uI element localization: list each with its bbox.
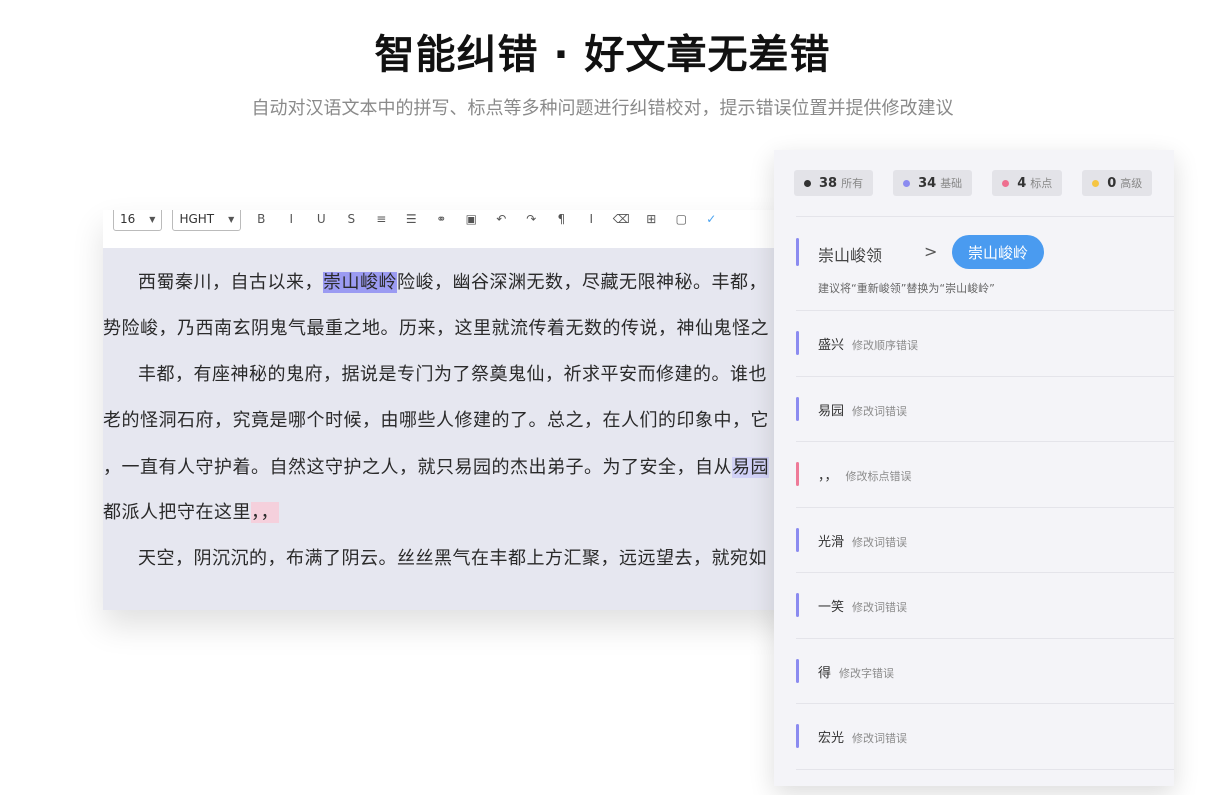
redo-icon[interactable]: ↷ [521,210,541,230]
suggestion-item[interactable]: 盛兴 修改顺序错误 [796,310,1174,376]
suggestion-description: 修改词错误 [852,601,908,614]
suggestion-description: 修改词错误 [852,404,908,418]
suggestion-word: ，， 修改标点错误 [818,469,912,484]
suggestion-marker [796,527,799,552]
suggestion-item[interactable]: 得修改字错误 [796,638,1174,704]
stat-count: 34 [918,175,937,191]
line-text: 西蜀秦川，自古以来， [138,272,323,293]
line-text: 天空，阴沉沉的，布满了阴云。丝丝黑气在丰都上方汇聚，远远望去，就宛如 [138,548,767,569]
stat-label: 高级 [1120,177,1143,190]
stat-filter-高级[interactable]: 0 高级 [1082,170,1153,196]
line-text: 老的怪洞石府，究竟是哪个时候，由哪些人修建的了。总之，在人们的印象中，它 [103,410,769,431]
document-line: 势险峻，乃西南玄阴鬼气最重之地。历来，这里就流传着无数的传说，神仙鬼怪之 [103,314,769,340]
bold-icon[interactable]: B [251,210,271,230]
hero-title: 智能纠错 · 好文章无差错 [374,32,831,78]
editor-card: 16 ▼ HGHT ▼ B I U S ≡ ☰ ⚭ ▣ ↶ ↷ ¶ I ⌫ ⊞ ▢ ✓ 西蜀秦川，自古以来，崇… [103,210,803,610]
table-icon[interactable]: ⊞ [641,210,661,230]
document-line: ，一直有人守护着。自然这守护之人，就只易园的杰出弟子。为了安全，自从易园 [103,453,769,479]
suggestion-marker [796,593,799,617]
suggestion-item[interactable]: 易园 修改词错误 [796,376,1174,442]
cursor-icon[interactable]: I [581,210,601,230]
error-highlight[interactable]: ，， [251,502,279,523]
suggestion-word: 光滑 修改词错误 [818,534,908,550]
line-text: 险峻，幽谷深渊无数，尽藏无限神秘。丰都， [397,272,767,293]
correction-panel: 38 所有 34 基础 4 标点 0 高级 崇山峻领 > 崇山峻岭 建议将“重新峻领”替换为“… [774,150,1174,786]
stat-count: 0 [1107,175,1117,191]
stats-bar: 38 所有 34 基础 4 标点 0 高级 [794,170,1153,196]
stat-filter-所有[interactable]: 38 所有 [794,170,874,196]
suggestion-item[interactable]: 一笑 修改词错误 [796,572,1174,638]
error-highlight[interactable]: 崇山峻岭 [323,272,397,293]
suggestion-description: 修改词错误 [852,535,908,549]
suggestion-word: 易园 修改词错误 [818,403,908,419]
suggestion-marker [796,238,799,266]
suggestion-marker [796,462,799,486]
suggestion-marker [796,331,799,355]
document-line: 都派人把守在这里，， [103,498,279,524]
suggestion-description: 修改标点错误 [845,470,912,483]
suggestion-description: 修改顺序错误 [852,339,919,352]
stat-filter-基础[interactable]: 34 基础 [893,170,973,196]
format-icon[interactable]: ¶ [551,210,571,230]
font-size-select[interactable]: 16 ▼ [113,210,163,231]
screen-icon[interactable]: ▢ [671,210,691,230]
suggestion-word: 得修改字错误 [818,665,895,681]
editor-toolbar: 16 ▼ HGHT ▼ B I U S ≡ ☰ ⚭ ▣ ↶ ↷ ¶ I ⌫ ⊞ ▢ ✓ [103,210,803,248]
underline-icon[interactable]: U [311,210,331,230]
active-suggestion[interactable]: 崇山峻领 > 崇山峻岭 建议将“重新峻领”替换为“崇山峻岭” [796,232,1174,312]
suggestion-description: 修改词错误 [852,732,908,745]
suggestion-item[interactable]: 光滑 修改词错误 [796,507,1174,573]
suggestion-marker [796,724,799,748]
dot-icon [903,179,911,187]
undo-icon[interactable]: ↶ [491,210,511,230]
stat-count: 4 [1017,175,1027,191]
clear-icon[interactable]: ⌫ [611,210,631,230]
hero-subtitle: 自动对汉语文本中的拼写、标点等多种问题进行纠错校对，提示错误位置并提供修改建议 [251,98,954,119]
font-family-value: HGHT [179,212,215,226]
italic-icon[interactable]: I [281,210,301,230]
stat-label: 所有 [841,177,864,190]
document-line: 丰都，有座神秘的鬼府，据说是专门为了祭奠鬼仙，祈求平安而修建的。谁也 [138,360,767,386]
stat-filter-标点[interactable]: 4 标点 [992,170,1063,196]
line-text: 势险峻，乃西南玄阴鬼气最重之地。历来，这里就流传着无数的传说，神仙鬼怪之 [103,318,769,339]
stat-label: 标点 [1030,177,1053,190]
divider [796,768,1174,770]
check-icon[interactable]: ✓ [701,210,721,230]
error-highlight[interactable]: 易园 [732,457,769,478]
stat-count: 38 [819,175,838,191]
line-text: 丰都，有座神秘的鬼府，据说是专门为了祭奠鬼仙，祈求平安而修建的。谁也 [138,364,767,385]
line-text: 都派人把守在这里 [103,502,251,523]
dot-icon [1002,179,1010,187]
suggestion-marker [796,396,799,421]
image-icon[interactable]: ▣ [461,210,481,230]
dot-icon [804,179,811,187]
font-size-value: 16 [120,212,136,226]
suggestion-word: 盛兴 修改顺序错误 [818,338,919,353]
suggestion-word: 一笑 修改词错误 [818,600,908,615]
font-family-select[interactable]: HGHT ▼ [172,210,242,231]
chevron-down-icon: ▼ [228,214,235,224]
suggestion-word: 宏光 修改词错误 [818,731,908,746]
chevron-down-icon: ▼ [149,214,156,224]
document-line: 西蜀秦川，自古以来，崇山峻岭险峻，幽谷深渊无数，尽藏无限神秘。丰都， [138,268,767,294]
line-text: ，一直有人守护着。自然这守护之人，就只易园的杰出弟子。为了安全，自从 [103,457,732,478]
stat-label: 基础 [940,177,963,190]
suggestion-item[interactable]: 宏光 修改词错误 [796,703,1174,769]
list-icon[interactable]: ☰ [401,210,421,230]
replace-button[interactable]: 崇山峻岭 [952,235,1045,269]
suggestion-advice: 建议将“重新峻领”替换为“崇山峻岭” [818,282,995,295]
link-icon[interactable]: ⚭ [431,210,451,230]
divider [796,216,1174,217]
document-line: 老的怪洞石府，究竟是哪个时候，由哪些人修建的了。总之，在人们的印象中，它 [103,406,769,432]
suggestion-marker [796,658,799,683]
original-word: 崇山峻领 [818,246,883,265]
align-icon[interactable]: ≡ [371,210,391,230]
strikethrough-icon[interactable]: S [341,210,361,230]
dot-icon [1092,179,1100,187]
suggestion-description: 修改字错误 [839,666,895,680]
suggestion-item[interactable]: ，， 修改标点错误 [796,441,1174,507]
chevron-right-icon: > [924,242,938,261]
document-line: 天空，阴沉沉的，布满了阴云。丝丝黑气在丰都上方汇聚，远远望去，就宛如 [138,544,767,570]
